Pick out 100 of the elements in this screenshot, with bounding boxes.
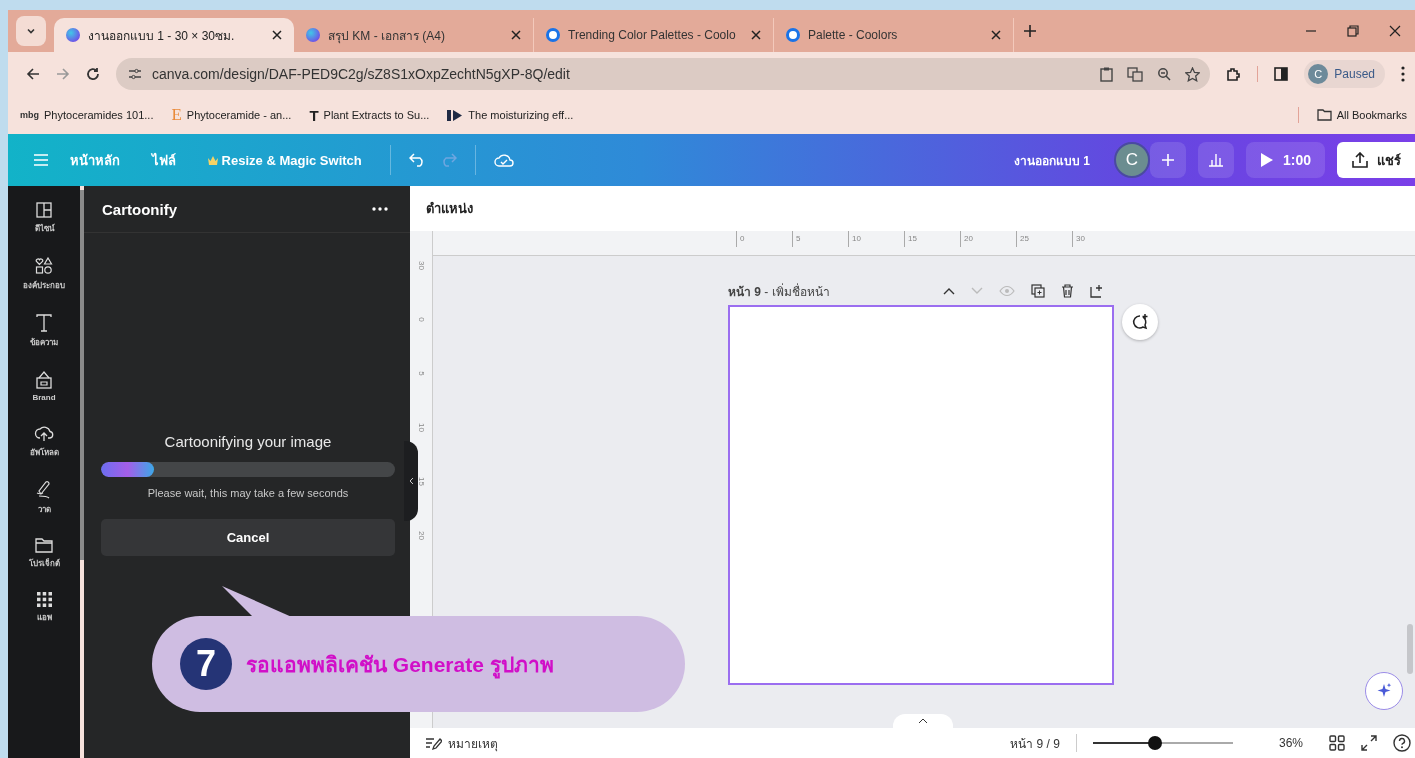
- tab-title: Trending Color Palettes - Coolo: [568, 28, 737, 42]
- page-count[interactable]: หน้า 9 / 9: [1010, 733, 1060, 753]
- present-button[interactable]: 1:00: [1245, 142, 1325, 178]
- close-icon[interactable]: [1389, 25, 1401, 37]
- sidebar-item[interactable]: Brand: [32, 371, 56, 402]
- tab-title: งานออกแบบ 1 - 30 × 30ซม.: [88, 27, 236, 45]
- favicon-icon: [66, 28, 80, 42]
- bookmark-link[interactable]: E Phytoceramide - an...: [171, 105, 292, 125]
- ruler-label: 30: [416, 261, 426, 270]
- favicon-icon: [546, 28, 560, 42]
- scrollbar[interactable]: [1407, 624, 1413, 674]
- sidebar-item[interactable]: ข้อความ: [30, 314, 58, 349]
- site-settings-icon[interactable]: [128, 68, 142, 80]
- sidebar-label: โปรเจ็กต์: [28, 557, 60, 570]
- grid-view-icon[interactable]: [1329, 735, 1345, 751]
- notes-button[interactable]: หมายเหตุ: [426, 733, 498, 753]
- position-button[interactable]: ตำแหน่ง: [426, 198, 473, 219]
- close-icon[interactable]: [991, 30, 1001, 40]
- browser-tab[interactable]: สรุป KM - เอกสาร (A4): [294, 18, 534, 52]
- sidebar-label: Brand: [32, 393, 56, 402]
- sidebar-item[interactable]: โปรเจ็กต์: [28, 538, 60, 570]
- design-title[interactable]: งานออกแบบ 1: [1013, 150, 1090, 170]
- slider-thumb[interactable]: [1147, 736, 1162, 750]
- favicon-icon: [786, 28, 800, 42]
- page-title[interactable]: หน้า 9 - เพิ่มชื่อหน้า: [728, 281, 830, 301]
- sidebar-label: แอพ: [36, 612, 52, 624]
- zoom-percent[interactable]: 36%: [1278, 736, 1303, 750]
- share-button[interactable]: แชร์: [1337, 142, 1415, 178]
- duplicate-icon[interactable]: [1031, 284, 1045, 298]
- cloud-check-icon[interactable]: [493, 152, 514, 168]
- address-bar[interactable]: canva.com/design/DAF-PED9C2g/sZ8S1xOxpZechtN5gXP-8Q/edit: [116, 58, 1211, 90]
- ruler-label: 0: [736, 231, 792, 247]
- ruler-label: 5: [792, 231, 848, 247]
- side-panel-icon[interactable]: [1274, 67, 1289, 81]
- ruler-label: 10: [416, 423, 426, 432]
- sidebar-label: ดีไซน์: [34, 223, 54, 235]
- notes-icon: [426, 736, 442, 750]
- bookmark-link[interactable]: mbg Phytoceramides 101...: [20, 109, 154, 121]
- star-icon[interactable]: [1185, 66, 1201, 82]
- magic-button[interactable]: [1365, 672, 1403, 710]
- sidebar-item[interactable]: แอพ: [36, 592, 52, 624]
- profile-button[interactable]: C Paused: [1304, 60, 1385, 88]
- ruler-label: 15: [416, 477, 426, 486]
- close-icon[interactable]: [272, 30, 282, 40]
- panel-title: Cartoonify: [102, 200, 177, 218]
- ruler-label: 5: [416, 371, 426, 376]
- browser-tab[interactable]: Trending Color Palettes - Coolo: [534, 18, 774, 52]
- sidebar-item[interactable]: องค์ประกอบ: [23, 257, 65, 292]
- restore-icon[interactable]: [1347, 25, 1359, 37]
- avatar-icon: C: [1308, 64, 1329, 84]
- new-tab-icon[interactable]: [1024, 25, 1036, 37]
- sidebar-label: องค์ประกอบ: [23, 279, 65, 292]
- chevron-up-icon: [918, 718, 928, 724]
- browser-tab[interactable]: งานออกแบบ 1 - 30 × 30ซม.: [54, 18, 294, 52]
- browser-tab[interactable]: Palette - Coolors: [774, 18, 1014, 52]
- briefcase-icon: [36, 371, 52, 389]
- avatar-icon[interactable]: C: [1113, 142, 1150, 178]
- upload-icon: [1351, 152, 1369, 168]
- tab-title: สรุป KM - เอกสาร (A4): [328, 27, 446, 45]
- reload-icon[interactable]: [86, 67, 100, 81]
- hint-text: Please wait, this may take a few seconds: [147, 487, 349, 499]
- bar-chart-icon: [1207, 153, 1224, 167]
- sidebar-item[interactable]: อัพโหลด: [29, 424, 59, 459]
- close-icon[interactable]: [511, 30, 521, 40]
- fullscreen-icon[interactable]: [1361, 735, 1377, 751]
- more-icon[interactable]: [372, 207, 388, 211]
- comment-button[interactable]: [1122, 304, 1158, 340]
- design-page[interactable]: [728, 305, 1114, 685]
- translate-icon[interactable]: [1127, 66, 1144, 82]
- add-collaborator-button[interactable]: [1149, 142, 1186, 178]
- clipboard-icon[interactable]: [1100, 66, 1114, 82]
- favicon-icon: T: [309, 106, 319, 124]
- tab-title: Palette - Coolors: [808, 28, 899, 42]
- chevron-up-icon[interactable]: [943, 287, 955, 295]
- cancel-button[interactable]: Cancel: [101, 519, 395, 556]
- back-icon[interactable]: [26, 67, 40, 81]
- close-icon[interactable]: [751, 30, 761, 40]
- shapes-icon: [35, 257, 53, 275]
- bookmark-link[interactable]: T Plant Extracts to Su...: [309, 106, 430, 124]
- extensions-icon[interactable]: [1226, 66, 1242, 82]
- ruler-label: 30: [1072, 231, 1128, 247]
- collapse-panel-button[interactable]: [404, 441, 418, 521]
- insights-button[interactable]: [1197, 142, 1234, 178]
- callout-text: รอแอพพลิเคชัน Generate รูปภาพ: [246, 647, 554, 681]
- status-text: Cartoonifying your image: [164, 433, 332, 450]
- help-icon[interactable]: [1393, 734, 1411, 752]
- add-page-icon[interactable]: [1090, 284, 1104, 298]
- apps-icon: [36, 592, 52, 607]
- all-bookmarks-link[interactable]: All Bookmarks: [1316, 109, 1407, 121]
- eye-icon: [999, 285, 1015, 297]
- trash-icon[interactable]: [1061, 284, 1074, 298]
- zoom-icon[interactable]: [1157, 67, 1172, 81]
- more-icon[interactable]: [1401, 66, 1405, 82]
- sidebar-item[interactable]: ดีไซน์: [34, 202, 54, 235]
- favicon-icon: mbg: [20, 110, 39, 120]
- scrollbar[interactable]: [80, 190, 84, 560]
- bookmark-link[interactable]: The moisturizing eff...: [447, 108, 574, 122]
- ruler-label: 25: [1016, 231, 1072, 247]
- sidebar-item[interactable]: วาด: [36, 481, 52, 516]
- ruler-label: 20: [416, 531, 426, 540]
